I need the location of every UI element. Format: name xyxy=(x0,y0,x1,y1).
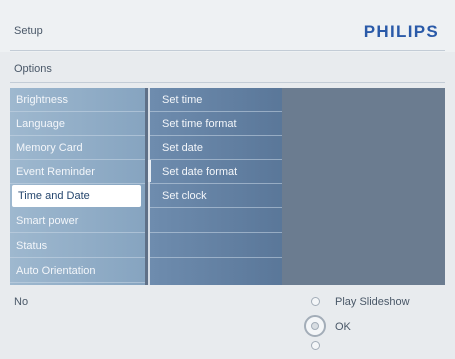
preview-panel xyxy=(282,88,445,285)
play-slideshow-label: Play Slideshow xyxy=(335,296,410,308)
menu-item-language[interactable]: Language xyxy=(10,112,145,136)
brand-logo: PHILIPS xyxy=(363,22,439,41)
footer-hint-left: No xyxy=(14,296,29,308)
menu-item-event-reminder[interactable]: Event Reminder xyxy=(10,160,145,184)
scroll-indicator xyxy=(148,160,151,182)
divider xyxy=(10,82,445,83)
submenu: Set time Set time format Set date Set da… xyxy=(148,88,282,285)
radio-icon[interactable] xyxy=(311,297,320,306)
submenu-item-set-date[interactable]: Set date xyxy=(150,136,282,160)
submenu-empty-row xyxy=(150,259,282,283)
submenu-empty-row xyxy=(150,209,282,233)
menu-item-smart-power[interactable]: Smart power xyxy=(10,209,145,233)
options-label: Options xyxy=(14,63,52,75)
ok-dial-icon[interactable] xyxy=(304,315,326,337)
menu-item-status[interactable]: Status xyxy=(10,234,145,258)
header: Setup PHILIPS xyxy=(0,0,455,52)
submenu-item-set-time[interactable]: Set time xyxy=(150,88,282,112)
menu-item-auto-orientation[interactable]: Auto Orientation xyxy=(10,259,145,283)
page-title: Setup xyxy=(14,25,43,37)
radio-icon[interactable] xyxy=(311,341,320,350)
menu-area: Brightness Language Memory Card Event Re… xyxy=(10,88,445,285)
divider xyxy=(10,50,445,51)
submenu-item-set-date-format[interactable]: Set date format xyxy=(150,160,282,184)
menu-item-memory-card[interactable]: Memory Card xyxy=(10,136,145,160)
submenu-empty-row xyxy=(150,234,282,258)
main-menu: Brightness Language Memory Card Event Re… xyxy=(10,88,145,285)
submenu-item-set-time-format[interactable]: Set time format xyxy=(150,112,282,136)
photo-frame-setup-screen: Setup PHILIPS Options Brightness Languag… xyxy=(0,0,455,359)
menu-item-brightness[interactable]: Brightness xyxy=(10,88,145,112)
ok-label: OK xyxy=(335,321,351,333)
menu-item-time-and-date[interactable]: Time and Date xyxy=(12,185,141,207)
submenu-item-set-clock[interactable]: Set clock xyxy=(150,184,282,208)
